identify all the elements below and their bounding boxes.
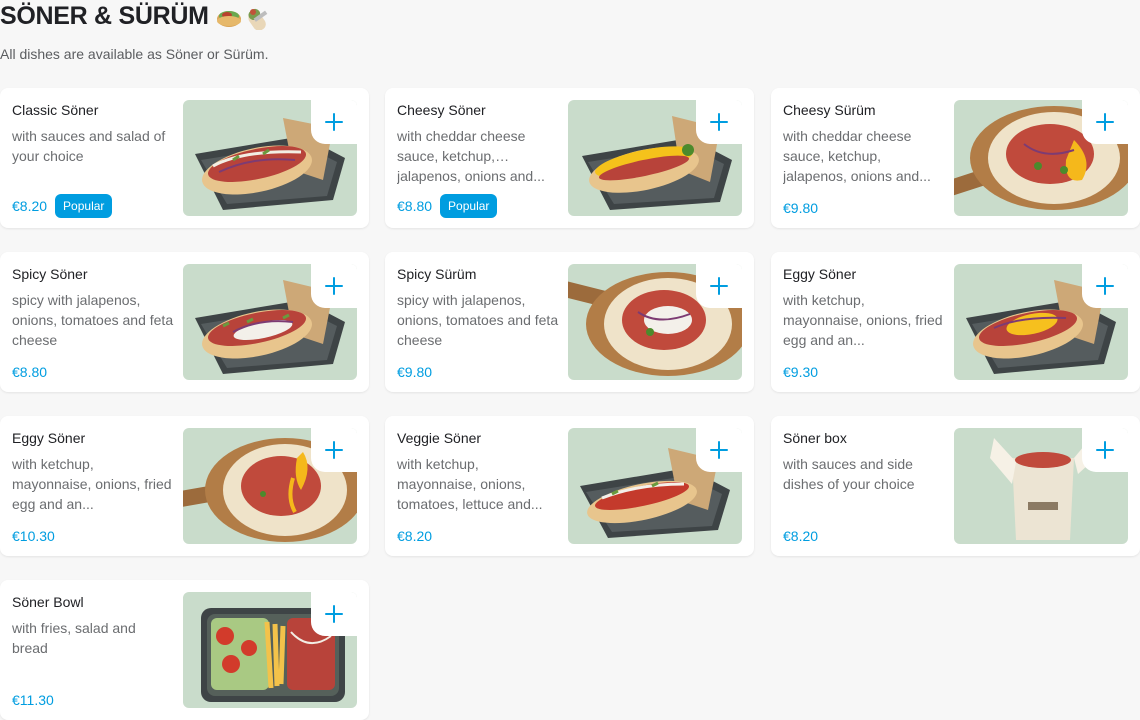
menu-item-card[interactable]: Söner box with sauces and side dishes of… xyxy=(771,416,1140,556)
menu-item-footer: €9.30 xyxy=(783,360,818,384)
menu-item-card[interactable]: Söner Bowl with fries, salad and bread €… xyxy=(0,580,369,720)
menu-item-name: Classic Söner xyxy=(12,102,99,118)
wrap-board-photo[interactable] xyxy=(183,428,357,544)
menu-item-description: with cheddar cheese sauce, ketchup, jala… xyxy=(397,128,545,184)
menu-item-footer: €8.80 xyxy=(12,360,47,384)
menu-item-description: with sauces and side dishes of your choi… xyxy=(783,456,915,492)
menu-item-description: with fries, salad and bread xyxy=(12,620,136,656)
add-to-cart-button[interactable] xyxy=(1082,100,1128,144)
menu-item-footer: €9.80 xyxy=(783,196,818,220)
plus-icon xyxy=(325,113,343,131)
flatbread-tray-photo[interactable] xyxy=(568,100,742,216)
menu-item-card[interactable]: Eggy Söner with ketchup, mayonnaise, oni… xyxy=(771,252,1140,392)
burrito-icon xyxy=(248,8,267,30)
menu-item-description: with sauces and salad of your choice xyxy=(12,128,166,164)
menu-item-info: Veggie Söner with ketchup, mayonnaise, o… xyxy=(397,428,559,544)
menu-item-card[interactable]: Eggy Söner with ketchup, mayonnaise, oni… xyxy=(0,416,369,556)
category-title: SÖNER & SÜRÜM xyxy=(0,2,272,31)
category-title-text: SÖNER & SÜRÜM xyxy=(0,2,209,30)
menu-item-name: Spicy Sürüm xyxy=(397,266,477,282)
menu-item-card[interactable]: Cheesy Söner with cheddar cheese sauce, … xyxy=(385,88,754,228)
menu-item-price: €9.80 xyxy=(783,200,819,216)
menu-item-price: €8.20 xyxy=(397,528,433,544)
menu-item-footer: €9.80 xyxy=(397,360,432,384)
add-to-cart-button[interactable] xyxy=(1082,264,1128,308)
plus-icon xyxy=(325,441,343,459)
plus-icon xyxy=(710,277,728,295)
add-to-cart-button[interactable] xyxy=(311,100,357,144)
flatbread-sandwich-icon xyxy=(216,10,241,27)
wrap-board-photo[interactable] xyxy=(568,264,742,380)
menu-item-footer: €8.20 xyxy=(397,524,432,548)
menu-grid: Classic Söner with sauces and salad of y… xyxy=(0,88,1140,720)
menu-item-name: Cheesy Söner xyxy=(397,102,486,118)
menu-item-footer: €8.20 xyxy=(783,524,818,548)
menu-item-price: €8.20 xyxy=(783,528,819,544)
menu-item-price: €11.30 xyxy=(12,692,54,708)
plus-icon xyxy=(325,277,343,295)
menu-item-info: Cheesy Söner with cheddar cheese sauce, … xyxy=(397,100,559,218)
bowl-tray-photo[interactable] xyxy=(183,592,357,708)
title-emoji-group xyxy=(215,4,272,30)
menu-item-card[interactable]: Classic Söner with sauces and salad of y… xyxy=(0,88,369,228)
menu-item-price: €9.80 xyxy=(397,364,433,380)
menu-item-name: Cheesy Sürüm xyxy=(783,102,876,118)
menu-item-description: with ketchup, mayonnaise, onions, tomato… xyxy=(397,456,543,512)
menu-item-footer: €11.30 xyxy=(12,688,54,712)
menu-item-name: Eggy Söner xyxy=(783,266,857,282)
wrap-board-photo[interactable] xyxy=(954,100,1128,216)
takeaway-box-photo[interactable] xyxy=(954,428,1128,544)
add-to-cart-button[interactable] xyxy=(311,428,357,472)
menu-item-info: Cheesy Sürüm with cheddar cheese sauce, … xyxy=(783,100,945,216)
plus-icon xyxy=(325,605,343,623)
menu-item-footer: €10.30 xyxy=(12,524,55,548)
menu-item-card[interactable]: Spicy Söner spicy with jalapenos, onions… xyxy=(0,252,369,392)
menu-item-name: Söner box xyxy=(783,430,847,446)
menu-item-footer: €8.20 Popular xyxy=(12,194,113,218)
plus-icon xyxy=(1096,277,1114,295)
menu-item-name: Veggie Söner xyxy=(397,430,482,446)
menu-item-card[interactable]: Cheesy Sürüm with cheddar cheese sauce, … xyxy=(771,88,1140,228)
menu-item-name: Eggy Söner xyxy=(12,430,86,446)
menu-item-card[interactable]: Veggie Söner with ketchup, mayonnaise, o… xyxy=(385,416,754,556)
menu-item-price: €8.20 xyxy=(12,198,48,214)
menu-item-description: with cheddar cheese sauce, ketchup, jala… xyxy=(783,128,931,184)
plus-icon xyxy=(710,113,728,131)
flatbread-tray-photo[interactable] xyxy=(954,264,1128,380)
add-to-cart-button[interactable] xyxy=(311,592,357,636)
add-to-cart-button[interactable] xyxy=(696,428,742,472)
popular-badge: Popular xyxy=(55,194,113,218)
plus-icon xyxy=(1096,441,1114,459)
menu-item-price: €10.30 xyxy=(12,528,55,544)
add-to-cart-button[interactable] xyxy=(696,100,742,144)
menu-item-description: spicy with jalapenos, onions, tomatoes a… xyxy=(12,292,174,348)
plus-icon xyxy=(1096,113,1114,131)
plus-icon xyxy=(710,441,728,459)
flatbread-tray-photo[interactable] xyxy=(183,100,357,216)
menu-item-info: Söner Bowl with fries, salad and bread €… xyxy=(12,592,174,708)
menu-item-info: Eggy Söner with ketchup, mayonnaise, oni… xyxy=(783,264,945,380)
flatbread-tray-photo[interactable] xyxy=(568,428,742,544)
menu-item-description: with ketchup, mayonnaise, onions, fried … xyxy=(12,456,172,512)
menu-item-info: Spicy Söner spicy with jalapenos, onions… xyxy=(12,264,174,380)
flatbread-tray-photo[interactable] xyxy=(183,264,357,380)
menu-item-info: Söner box with sauces and side dishes of… xyxy=(783,428,945,544)
menu-item-description: with ketchup, mayonnaise, onions, fried … xyxy=(783,292,943,348)
menu-item-description: spicy with jalapenos, onions, tomatoes a… xyxy=(397,292,559,348)
menu-item-price: €8.80 xyxy=(12,364,48,380)
add-to-cart-button[interactable] xyxy=(696,264,742,308)
menu-item-info: Spicy Sürüm spicy with jalapenos, onions… xyxy=(397,264,559,380)
menu-item-info: Eggy Söner with ketchup, mayonnaise, oni… xyxy=(12,428,174,544)
menu-item-name: Spicy Söner xyxy=(12,266,88,282)
menu-item-card[interactable]: Spicy Sürüm spicy with jalapenos, onions… xyxy=(385,252,754,392)
category-subtitle: All dishes are available as Söner or Sür… xyxy=(0,46,269,62)
add-to-cart-button[interactable] xyxy=(1082,428,1128,472)
popular-badge: Popular xyxy=(440,194,498,218)
menu-item-price: €8.80 xyxy=(397,198,433,214)
add-to-cart-button[interactable] xyxy=(311,264,357,308)
menu-item-footer: €8.80 Popular xyxy=(397,194,498,218)
menu-item-price: €9.30 xyxy=(783,364,819,380)
menu-item-name: Söner Bowl xyxy=(12,594,84,610)
menu-item-info: Classic Söner with sauces and salad of y… xyxy=(12,100,174,218)
